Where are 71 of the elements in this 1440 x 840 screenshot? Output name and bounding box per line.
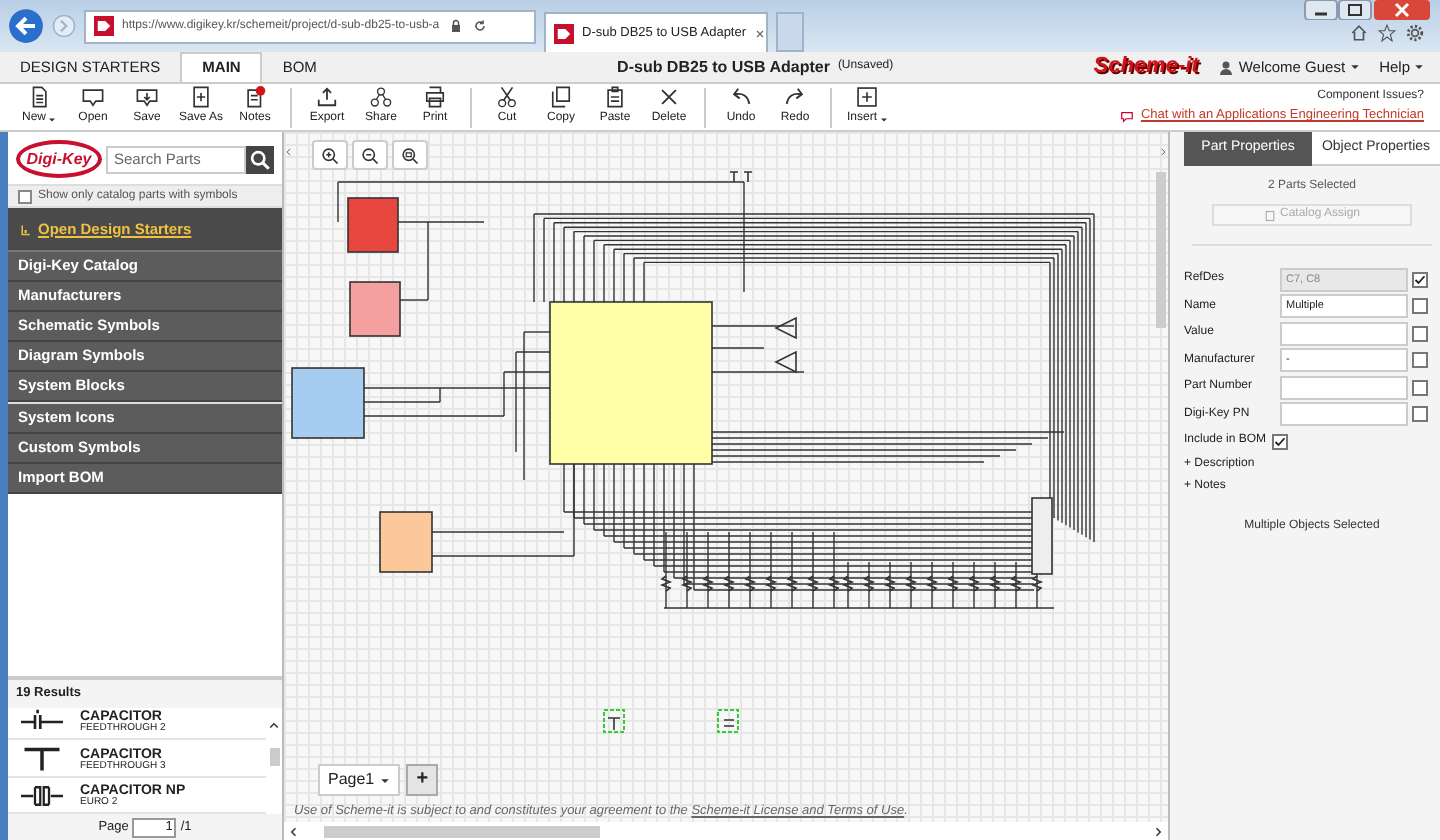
scroll-up-icon[interactable] [268,719,280,732]
chat-icon [1120,109,1135,123]
copy-icon [550,86,572,108]
undo-icon [730,86,752,108]
zoom-in-button[interactable] [312,140,348,170]
tray-icon [82,86,104,108]
checkbox[interactable] [1272,433,1289,449]
close-icon [658,86,680,108]
scroll-left-icon[interactable] [288,825,300,837]
site-icon [94,16,114,36]
check-icon [1274,435,1287,447]
zoom-fit-icon [400,145,420,165]
horizontal-scrollbar[interactable] [324,825,600,837]
document-icon [28,86,50,108]
printer-icon [424,86,446,108]
caret-icon [1349,62,1360,72]
star-icon[interactable] [1378,24,1396,42]
caret-icon [1414,62,1424,72]
document-title: D-sub DB25 to USB Adapter [617,55,830,79]
zoom-fit-button[interactable] [392,140,428,170]
clipboard-icon [604,86,626,108]
checkbox[interactable] [1412,406,1428,423]
schematic-drawing[interactable] [291,171,1095,733]
scissors-icon [496,86,518,108]
text-field[interactable] [1280,321,1408,346]
document-plus-icon [190,86,212,108]
plus-box-icon [856,86,878,108]
scheme-it-logo: Scheme-it [1093,52,1199,83]
chart-icon [20,223,32,235]
site-icon [554,23,574,43]
vertical-scrollbar[interactable] [1156,172,1166,328]
close-window-button[interactable] [1372,0,1432,20]
refresh-icon[interactable] [471,18,488,34]
digi-key-logo: Digi-Key [16,140,102,178]
capacitor-symbol-icon [20,745,64,774]
notes-icon [244,86,266,108]
home-icon[interactable] [1350,24,1368,42]
tray-icon [136,86,158,108]
caret-icon [48,115,56,123]
minimize-button[interactable] [1304,0,1338,20]
restore-button[interactable] [1338,0,1372,20]
caret-icon [380,775,391,786]
capacitor-symbol-icon [20,782,64,811]
zoom-out-icon [360,145,380,165]
text-field[interactable] [1280,402,1408,427]
scroll-right-icon[interactable] [1152,825,1164,837]
scrollbar-thumb[interactable] [269,747,279,766]
chevron-left-icon[interactable] [284,144,294,160]
checkbox[interactable] [1412,379,1428,396]
document-icon [1263,209,1276,221]
checkbox[interactable] [18,189,32,203]
caret-icon [879,115,887,123]
chevron-right-icon[interactable] [1158,144,1168,160]
lock-icon [447,18,464,34]
add-page-button[interactable]: + [406,764,439,797]
export-icon [316,86,338,108]
share-icon [370,86,392,108]
checkbox[interactable] [1412,352,1428,369]
redo-icon [784,86,806,108]
zoom-in-icon [320,145,340,165]
search-icon[interactable] [246,145,274,173]
close-icon[interactable] [754,27,767,39]
settings-icon[interactable] [1406,24,1424,42]
zoom-out-button[interactable] [352,140,388,170]
page-tab[interactable]: Page1 [318,764,401,797]
back-button[interactable] [8,8,44,44]
checkbox[interactable] [1412,298,1428,315]
checkbox[interactable] [1412,325,1428,342]
check-icon [1414,273,1426,286]
text-field[interactable] [1280,375,1408,400]
user-icon [1218,59,1235,75]
